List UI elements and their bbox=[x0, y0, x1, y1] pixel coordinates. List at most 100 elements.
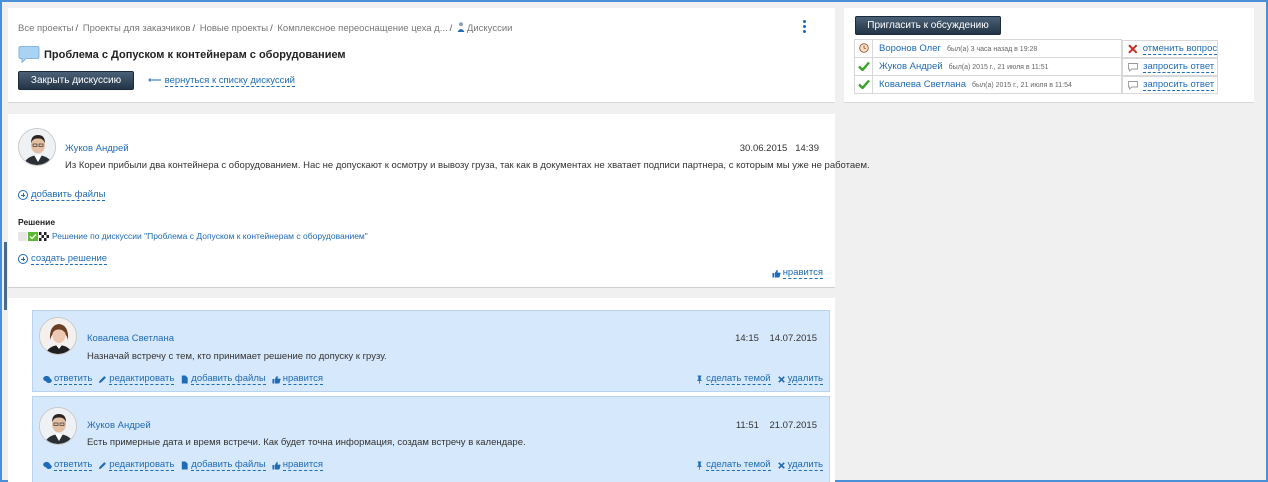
add-files-label[interactable]: добавить файлы bbox=[191, 459, 266, 471]
add-files-button[interactable]: добавить файлы bbox=[18, 189, 106, 201]
breadcrumb-separator: / bbox=[75, 23, 79, 34]
make-topic-button[interactable]: сделать темой bbox=[695, 459, 771, 471]
cross-icon bbox=[1128, 43, 1138, 54]
solution-item[interactable]: Решение по дискуссии "Проблема с Допуско… bbox=[18, 231, 368, 241]
participants-table: Воронов Олег был(а) 3 часа назад в 19:28 … bbox=[854, 39, 1243, 94]
cancel-question-link[interactable]: отменить вопрос bbox=[1142, 43, 1218, 55]
empty-status-icon bbox=[18, 231, 27, 241]
post-text: Из Кореи прибыли два контейнера с оборуд… bbox=[65, 160, 870, 171]
participant-info: Воронов Олег был(а) 3 часа назад в 19:28 bbox=[871, 39, 1123, 58]
participant-action[interactable]: отменить вопрос bbox=[1122, 39, 1219, 58]
male-avatar-icon bbox=[19, 129, 55, 165]
speech-bubble-icon bbox=[1128, 80, 1139, 90]
avatar[interactable] bbox=[18, 128, 56, 166]
discussion-post: Жуков Андрей 30.06.2015 14:39 Из Кореи п… bbox=[8, 114, 870, 288]
breadcrumb-separator: / bbox=[270, 23, 273, 34]
comment-datetime: 14:15 14.07.2015 bbox=[735, 333, 817, 344]
create-solution-button[interactable]: создать решение bbox=[18, 253, 108, 265]
reply-button[interactable]: ответить bbox=[43, 459, 93, 471]
add-files-label[interactable]: добавить файлы bbox=[191, 373, 266, 385]
edit-button[interactable]: редактировать bbox=[98, 373, 175, 385]
delete-button[interactable]: удалить bbox=[777, 373, 823, 385]
status-cell bbox=[854, 75, 873, 94]
comment-text: Есть примерные дата и время встречи. Как… bbox=[87, 437, 526, 448]
request-answer-link[interactable]: запросить ответ bbox=[1143, 79, 1215, 91]
participant-row: Воронов Олег был(а) 3 часа назад в 19:28 … bbox=[854, 39, 1243, 58]
speech-bubble-icon bbox=[18, 46, 40, 64]
edit-label[interactable]: редактировать bbox=[109, 373, 175, 385]
like-label[interactable]: нравится bbox=[282, 459, 324, 471]
close-discussion-button[interactable]: Закрыть дискуссию bbox=[18, 71, 134, 90]
delete-button[interactable]: удалить bbox=[777, 459, 823, 471]
pin-icon bbox=[696, 374, 703, 384]
close-icon bbox=[777, 461, 785, 469]
like-label[interactable]: нравится bbox=[782, 267, 823, 279]
speech-bubble-icon bbox=[1128, 62, 1139, 72]
breadcrumb-item-new-projects[interactable]: Новые проекты bbox=[200, 23, 268, 34]
avatar[interactable] bbox=[39, 407, 77, 445]
avatar[interactable] bbox=[39, 317, 77, 355]
discussion-title: Проблема с Допуском к контейнерам с обор… bbox=[44, 49, 346, 61]
last-seen: был(а) 3 часа назад в 19:28 bbox=[946, 46, 1038, 53]
delete-label[interactable]: удалить bbox=[787, 373, 823, 385]
make-topic-label[interactable]: сделать темой bbox=[706, 373, 771, 385]
comment-author[interactable]: Жуков Андрей bbox=[87, 420, 151, 431]
breadcrumb-item-all-projects[interactable]: Все проекты bbox=[18, 23, 73, 34]
male-avatar-icon bbox=[40, 408, 76, 444]
pin-icon bbox=[696, 460, 703, 470]
post-date: 30.06.2015 bbox=[739, 143, 788, 154]
participant-name[interactable]: Жуков Андрей bbox=[879, 61, 943, 72]
create-solution-label[interactable]: создать решение bbox=[31, 253, 108, 265]
participant-name[interactable]: Ковалева Светлана bbox=[879, 79, 966, 90]
file-icon bbox=[182, 374, 188, 384]
delete-label[interactable]: удалить bbox=[787, 459, 823, 471]
plus-circle-icon bbox=[18, 190, 28, 200]
check-icon bbox=[857, 79, 870, 90]
edit-button[interactable]: редактировать bbox=[98, 459, 175, 471]
participant-info: Ковалева Светлана был(а) 2015 г., 21 июля… bbox=[871, 75, 1123, 94]
close-icon bbox=[777, 375, 785, 383]
invite-button[interactable]: Пригласить к обсуждению bbox=[855, 16, 1001, 35]
participant-name[interactable]: Воронов Олег bbox=[879, 43, 941, 54]
more-options-icon[interactable] bbox=[801, 20, 807, 34]
breadcrumb-separator: / bbox=[449, 23, 453, 34]
participant-action[interactable]: запросить ответ bbox=[1122, 57, 1219, 76]
file-icon bbox=[182, 460, 188, 470]
like-button[interactable]: нравится bbox=[272, 373, 324, 385]
comment-actions: ответить редактировать добавить файлы нр… bbox=[43, 459, 324, 471]
add-files-label[interactable]: добавить файлы bbox=[31, 189, 106, 201]
like-button[interactable]: нравится bbox=[772, 267, 823, 279]
comment-actions-secondary: сделать темой удалить bbox=[695, 459, 823, 471]
reply-button[interactable]: ответить bbox=[43, 373, 93, 385]
reply-label[interactable]: ответить bbox=[54, 373, 93, 385]
solution-heading: Решение bbox=[18, 217, 56, 227]
app-frame: Все проекты / Проекты для заказчиков / Нов… bbox=[0, 0, 1268, 482]
like-button[interactable]: нравится bbox=[272, 459, 324, 471]
breadcrumb-item-project[interactable]: Комплексное переоснащение цеха д... bbox=[277, 23, 447, 34]
status-cell bbox=[854, 57, 873, 76]
comment-actions: ответить редактировать добавить файлы нр… bbox=[43, 373, 324, 385]
check-icon bbox=[857, 61, 870, 72]
edit-label[interactable]: редактировать bbox=[109, 459, 175, 471]
make-topic-label[interactable]: сделать темой bbox=[706, 459, 771, 471]
post-author[interactable]: Жуков Андрей bbox=[65, 143, 129, 154]
breadcrumb: Все проекты / Проекты для заказчиков / Нов… bbox=[18, 22, 512, 34]
add-files-button[interactable]: добавить файлы bbox=[180, 373, 266, 385]
check-icon bbox=[28, 231, 38, 241]
comment-item: Жуков Андрей 11:51 21.07.2015 Есть приме… bbox=[32, 396, 830, 482]
comment-time: 11:51 bbox=[735, 420, 759, 431]
request-answer-link[interactable]: запросить ответ bbox=[1143, 61, 1215, 73]
back-link-label[interactable]: вернуться к списку дискуссий bbox=[164, 75, 295, 87]
plus-circle-icon bbox=[18, 254, 28, 264]
participant-action[interactable]: запросить ответ bbox=[1122, 75, 1219, 94]
breadcrumb-item-customer-projects[interactable]: Проекты для заказчиков bbox=[83, 23, 191, 34]
back-to-discussions-link[interactable]: ⟵ вернуться к списку дискуссий bbox=[148, 75, 295, 87]
add-files-button[interactable]: добавить файлы bbox=[180, 459, 266, 471]
make-topic-button[interactable]: сделать темой bbox=[695, 373, 771, 385]
comment-author[interactable]: Ковалева Светлана bbox=[87, 333, 174, 344]
reply-label[interactable]: ответить bbox=[54, 459, 93, 471]
comment-actions-secondary: сделать темой удалить bbox=[695, 373, 823, 385]
like-label[interactable]: нравится bbox=[282, 373, 324, 385]
solution-link[interactable]: Решение по дискуссии "Проблема с Допуско… bbox=[52, 231, 368, 241]
last-seen: был(а) 2015 г., 21 июля в 11:51 bbox=[948, 64, 1049, 71]
